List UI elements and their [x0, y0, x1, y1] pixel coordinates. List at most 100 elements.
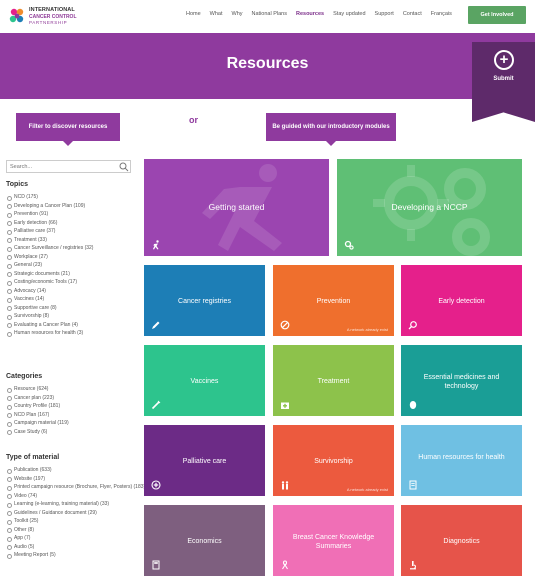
topic-tile-label: Survivorship: [314, 458, 353, 465]
filter-option[interactable]: App (7): [6, 534, 145, 543]
topic-tile[interactable]: Prevention A network already exist: [273, 265, 394, 336]
nav-item[interactable]: Support: [375, 11, 394, 17]
no-entry-icon: [280, 320, 290, 330]
categories-heading: Categories: [6, 373, 43, 380]
filter-option[interactable]: NCD (175): [6, 193, 93, 202]
topic-tile[interactable]: Early detection: [401, 265, 522, 336]
module-label: Developing a NCCP: [391, 202, 468, 212]
topic-tile-label: Palliative care: [182, 458, 227, 465]
topic-tile[interactable]: Vaccines: [144, 345, 265, 416]
page-banner: Resources: [0, 33, 535, 99]
filter-option[interactable]: Meeting Report (5): [6, 551, 145, 560]
site-logo[interactable]: INTERNATIONAL CANCER CONTROL PARTNERSHIP: [8, 6, 94, 26]
topic-tile[interactable]: Essential medicines and technology: [401, 345, 522, 416]
materials-list: Publication (633) Website (197) Printed ca…: [6, 466, 145, 560]
filter-option[interactable]: Early detection (66): [6, 219, 93, 228]
topic-tile-label: Vaccines: [190, 378, 219, 385]
magnifier-icon: [408, 321, 417, 330]
syringe-icon: [151, 400, 161, 410]
filter-option[interactable]: Treatment (33): [6, 236, 93, 245]
filter-option[interactable]: Country Profile (181): [6, 402, 69, 411]
filter-option[interactable]: Costing/economic Tools (17): [6, 278, 93, 287]
topic-tile[interactable]: Treatment: [273, 345, 394, 416]
topic-tile-note: A network already exist: [346, 327, 388, 332]
filter-option[interactable]: Advocacy (14): [6, 287, 93, 296]
filter-option[interactable]: Website (197): [6, 475, 145, 484]
pill-icon: [409, 401, 417, 409]
pencil-icon: [152, 321, 160, 329]
filter-option[interactable]: Evaluating a Cancer Plan (4): [6, 321, 93, 330]
nav-item[interactable]: What: [210, 11, 223, 17]
submit-button[interactable]: + Submit: [472, 42, 535, 122]
filter-option[interactable]: Cancer Surveillance / registries (32): [6, 244, 93, 253]
filter-option[interactable]: Video (74): [6, 492, 145, 501]
filter-option[interactable]: Case Study (6): [6, 428, 69, 437]
filter-option[interactable]: Cancer plan (223): [6, 394, 69, 403]
running-person-icon: [153, 240, 159, 250]
module-tile-getting-started[interactable]: Getting started: [144, 159, 329, 256]
topics-heading: Topics: [6, 181, 29, 188]
filter-option[interactable]: Resource (624): [6, 385, 69, 394]
filter-option[interactable]: Supportive care (8): [6, 304, 93, 313]
filter-option[interactable]: Developing a Cancer Plan (109): [6, 202, 93, 211]
document-icon: [409, 480, 417, 490]
nav-item[interactable]: Stay updated: [333, 11, 365, 17]
search-icon[interactable]: [118, 161, 130, 172]
filter-option[interactable]: Printed campaign resource (Brochure, Fly…: [6, 483, 145, 492]
topic-tile[interactable]: Human resources for health: [401, 425, 522, 496]
filter-option[interactable]: NCD Plan (167): [6, 411, 69, 420]
filter-option[interactable]: Human resources for health (3): [6, 329, 93, 338]
get-involved-button[interactable]: Get Involved: [468, 6, 526, 24]
nav-item[interactable]: Home: [186, 11, 201, 17]
topic-tile-note: A network already exist: [346, 487, 388, 492]
filter-option[interactable]: Guidelines / Guidance document (29): [6, 509, 145, 518]
filter-option[interactable]: Workplace (27): [6, 253, 93, 262]
module-label: Getting started: [208, 202, 265, 212]
filter-option[interactable]: Survivorship (8): [6, 312, 93, 321]
categories-list: Resource (624) Cancer plan (223) Country P…: [6, 385, 69, 436]
filter-option[interactable]: Toolkit (25): [6, 517, 145, 526]
logo-mark-icon: [9, 8, 24, 23]
filter-option[interactable]: Publication (633): [6, 466, 145, 475]
logo-text-line1: INTERNATIONAL: [29, 7, 75, 13]
filter-option[interactable]: Audio (5): [6, 543, 145, 552]
topics-list: NCD (175) Developing a Cancer Plan (109) P…: [6, 193, 93, 338]
topic-tile-label: Breast Cancer Knowledge Summaries: [292, 534, 375, 550]
topic-tile[interactable]: Palliative care: [144, 425, 265, 496]
filter-option[interactable]: Other (8): [6, 526, 145, 535]
submit-label: Submit: [493, 76, 514, 82]
topic-tile-label: Cancer registries: [178, 298, 231, 305]
people-icon: [281, 481, 289, 490]
filter-option[interactable]: Campaign material (119): [6, 419, 69, 428]
topic-tile[interactable]: Diagnostics: [401, 505, 522, 576]
topic-tile[interactable]: Breast Cancer Knowledge Summaries: [273, 505, 394, 576]
topic-tile-label: Human resources for health: [418, 454, 505, 461]
main-nav: Home What Why National Plans Resources Stay u…: [186, 11, 452, 17]
topic-tile-label: Prevention: [316, 298, 351, 305]
nav-item[interactable]: Contact: [403, 11, 422, 17]
nav-item[interactable]: National Plans: [252, 11, 287, 17]
nav-item[interactable]: Français: [431, 11, 452, 17]
topic-tile-label: Diagnostics: [443, 538, 480, 545]
module-tile-developing-nccp[interactable]: Developing a NCCP: [337, 159, 522, 256]
topic-tile[interactable]: Cancer registries: [144, 265, 265, 336]
filter-option[interactable]: Vaccines (14): [6, 295, 93, 304]
plus-circle-icon: [151, 480, 161, 490]
plus-icon: +: [494, 50, 514, 70]
or-separator: or: [189, 115, 198, 125]
topic-tile[interactable]: Survivorship A network already exist: [273, 425, 394, 496]
search-input[interactable]: [6, 160, 131, 173]
filter-option[interactable]: Prevention (91): [6, 210, 93, 219]
nav-item[interactable]: Why: [232, 11, 243, 17]
logo-text-line3: PARTNERSHIP: [29, 20, 68, 25]
filter-option[interactable]: Strategic documents (21): [6, 270, 93, 279]
filter-option[interactable]: Learning (e-learning, training material)…: [6, 500, 145, 509]
filter-option[interactable]: Palliative care (37): [6, 227, 93, 236]
nav-item[interactable]: Resources: [296, 11, 324, 17]
gear-icon: [344, 240, 354, 250]
page-title: Resources: [226, 55, 309, 72]
topic-tile[interactable]: Economics: [144, 505, 265, 576]
filter-option[interactable]: General (23): [6, 261, 93, 270]
topic-tile-label: Treatment: [317, 378, 350, 385]
ribbon-icon: [282, 560, 288, 570]
